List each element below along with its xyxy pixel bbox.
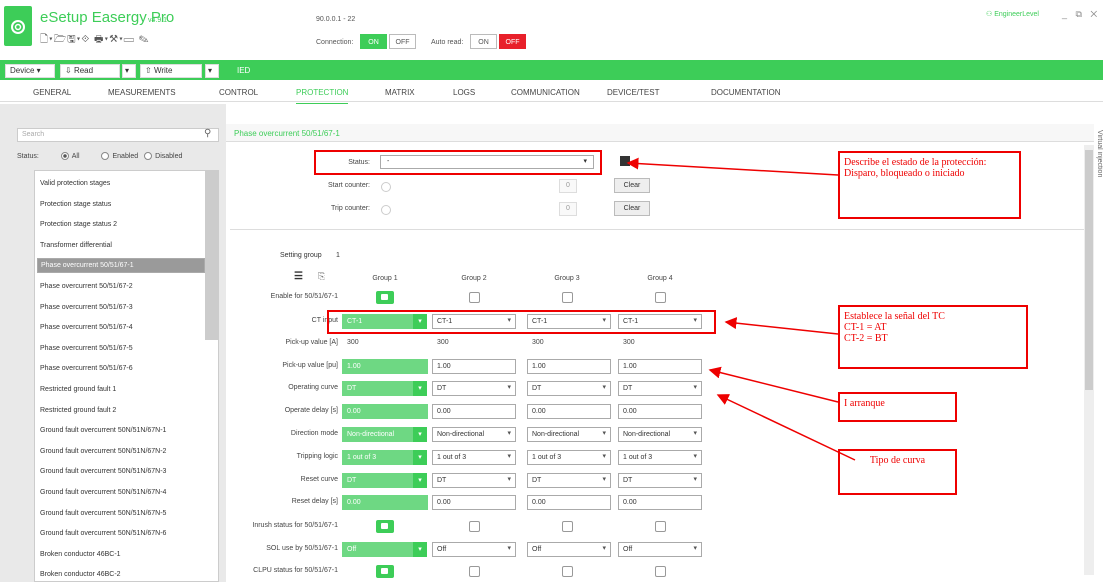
arrow-curve <box>716 394 856 461</box>
arrow-ct <box>724 317 839 335</box>
arrow-status <box>626 157 839 176</box>
arrow-pickup <box>708 366 839 403</box>
annotation-arrows <box>626 157 856 461</box>
